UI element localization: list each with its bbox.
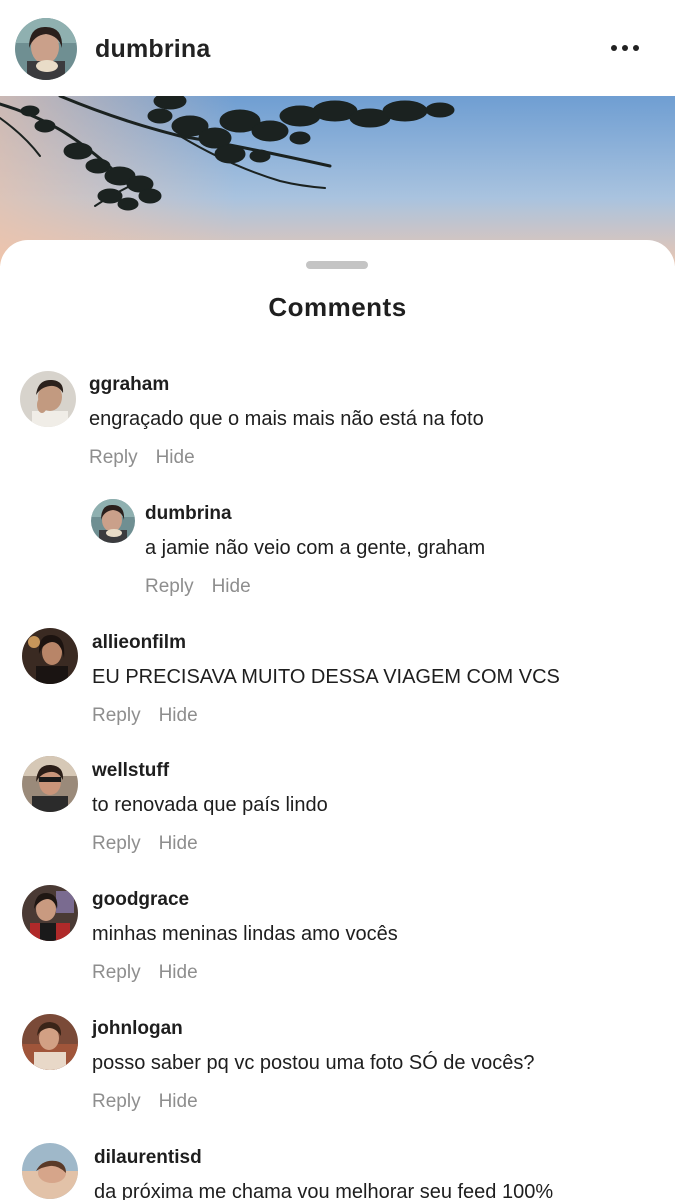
comment-text: to renovada que país lindo (92, 794, 328, 816)
avatar[interactable] (22, 1014, 78, 1070)
comment-username[interactable]: allieonfilm (92, 632, 560, 654)
hide-button[interactable]: Hide (159, 1091, 198, 1113)
sheet-drag-handle[interactable] (306, 261, 368, 269)
hide-button[interactable]: Hide (159, 705, 198, 727)
comment-username[interactable]: goodgrace (92, 889, 398, 911)
post-username[interactable]: dumbrina (95, 35, 211, 64)
reply-button[interactable]: Reply (92, 1091, 141, 1113)
comment-text: engraçado que o mais mais não está na fo… (89, 408, 484, 430)
avatar[interactable] (22, 628, 78, 684)
comment-text: EU PRECISAVA MUITO DESSA VIAGEM COM VCS (92, 666, 560, 688)
reply-button[interactable]: Reply (92, 705, 141, 727)
reply-button[interactable]: Reply (92, 833, 141, 855)
comment-username[interactable]: dumbrina (145, 503, 485, 525)
sheet-title: Comments (268, 292, 407, 322)
post-header: dumbrina (0, 0, 675, 96)
hide-button[interactable]: Hide (156, 447, 195, 469)
comment-text: minhas meninas lindas amo vocês (92, 923, 398, 945)
profile-avatar[interactable] (15, 18, 77, 80)
comment-text: posso saber pq vc postou uma foto SÓ de … (92, 1052, 535, 1074)
comment-username[interactable]: wellstuff (92, 760, 328, 782)
avatar[interactable] (22, 1143, 78, 1199)
comment-text: da próxima me chama vou melhorar seu fee… (94, 1181, 554, 1200)
avatar[interactable] (22, 756, 78, 812)
hide-button[interactable]: Hide (159, 833, 198, 855)
comment-username[interactable]: johnlogan (92, 1018, 534, 1040)
more-options-icon[interactable] (603, 33, 647, 63)
comment-text: a jamie não veio com a gente, graham (145, 537, 486, 559)
hide-button[interactable]: Hide (212, 576, 251, 598)
reply-button[interactable]: Reply (145, 576, 194, 598)
avatar[interactable] (22, 885, 78, 941)
avatar[interactable] (91, 499, 135, 543)
comment-username[interactable]: dilaurentisd (94, 1147, 553, 1169)
reply-button[interactable]: Reply (92, 962, 141, 984)
hide-button[interactable]: Hide (159, 962, 198, 984)
avatar[interactable] (20, 371, 76, 427)
reply-button[interactable]: Reply (89, 447, 138, 469)
comment-username[interactable]: ggraham (89, 374, 484, 396)
comments-sheet: Comments ggraham engraçado que o mais ma… (0, 240, 675, 1200)
